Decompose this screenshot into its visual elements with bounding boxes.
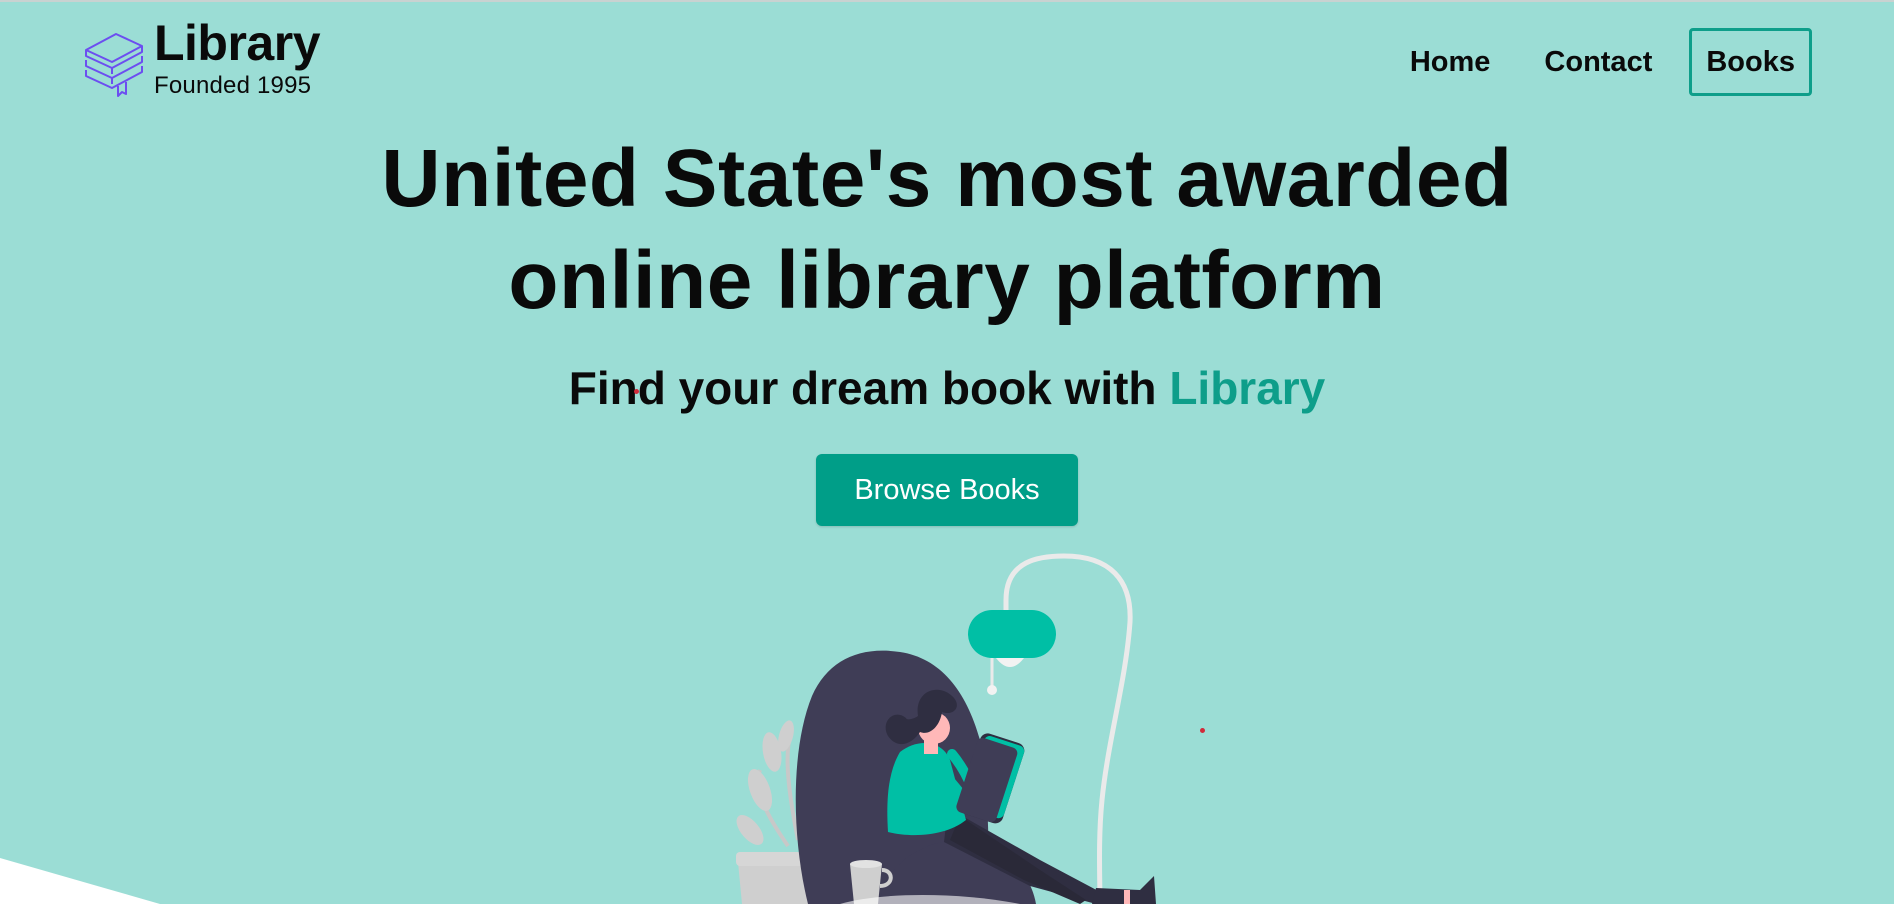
stacked-books-icon — [85, 33, 143, 97]
nav-home-link[interactable]: Home — [1393, 28, 1508, 96]
subline-accent: Library — [1169, 362, 1326, 414]
navbar: Library Founded 1995 Home Contact Books — [0, 0, 1894, 120]
woman-reading-in-beanbag-illustration — [0, 553, 1156, 904]
brand-tagline: Founded 1995 — [154, 72, 312, 99]
decor-dot — [634, 389, 639, 394]
main-nav: Home Contact Books — [1373, 28, 1812, 96]
headline-line-1: United State's most awarded — [381, 133, 1513, 224]
hero-headline: United State's most awarded online libra… — [0, 128, 1894, 332]
nav-books-link[interactable]: Books — [1689, 28, 1812, 96]
nav-contact-link[interactable]: Contact — [1527, 28, 1669, 96]
lamp-shade — [968, 610, 1056, 658]
browse-books-button[interactable]: Browse Books — [816, 454, 1078, 526]
hero-subline: Find your dream book with Library — [0, 360, 1894, 416]
subline-text: Find your dream book with — [568, 362, 1157, 414]
decor-dot — [1200, 728, 1205, 733]
headline-line-2: online library platform — [508, 235, 1386, 326]
white-floor-corner — [0, 858, 160, 904]
brand[interactable]: Library Founded 1995 — [82, 15, 321, 100]
brand-name: Library — [154, 15, 321, 71]
